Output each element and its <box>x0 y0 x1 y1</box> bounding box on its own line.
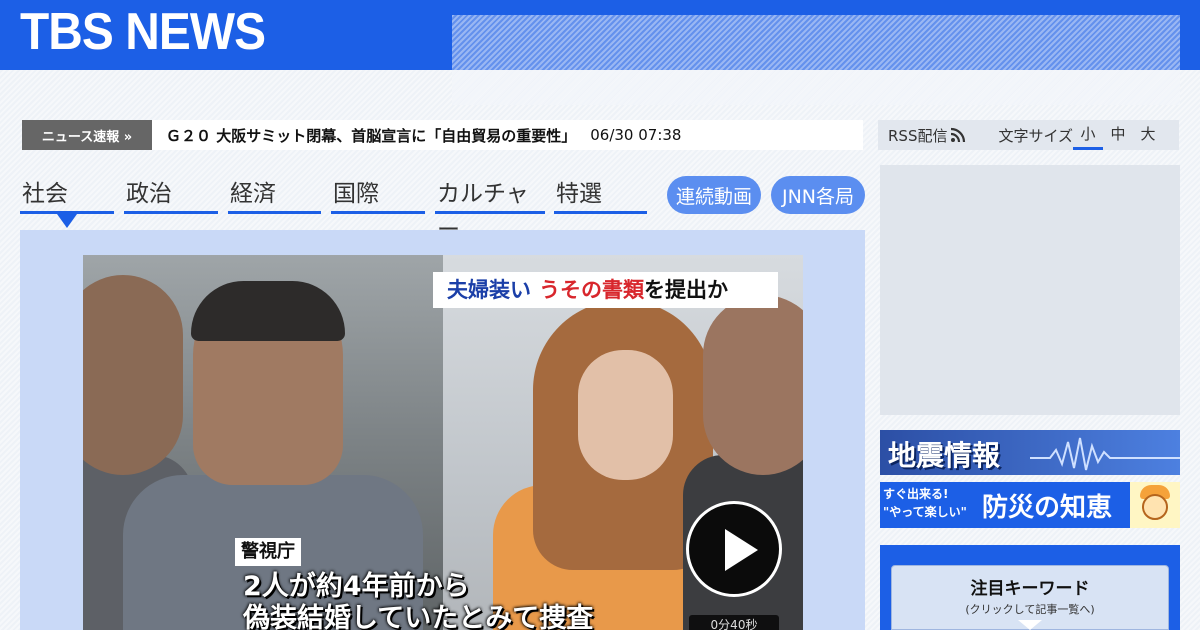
tagline-line-1: すぐ出来る! <box>883 487 949 501</box>
breaking-news-time: 06/30 07:38 <box>590 126 682 144</box>
tab-politics[interactable]: 政治 <box>124 176 218 214</box>
caption-line-1: 2人が約4年前から <box>243 571 470 602</box>
caption-top-part3: を提出か <box>644 278 728 302</box>
video-caption-tag: 警視庁 <box>235 538 301 566</box>
tab-culture[interactable]: カルチャー <box>435 176 545 243</box>
video-person <box>703 295 803 475</box>
earthquake-info-banner[interactable]: 地震情報 <box>880 430 1180 475</box>
header-ad-slot[interactable] <box>452 15 1180 105</box>
tab-international[interactable]: 国際 <box>331 176 425 214</box>
tab-economy[interactable]: 経済 <box>228 176 321 214</box>
font-size-medium[interactable]: 中 <box>1103 120 1133 150</box>
video-duration: 0分40秒 <box>689 615 779 630</box>
font-size-large[interactable]: 大 <box>1133 120 1163 150</box>
video-caption-bottom: 2人が約4年前から 偽装結婚していたとみて捜査 <box>243 571 593 630</box>
play-icon[interactable] <box>686 501 782 597</box>
rss-label: RSS配信 <box>888 126 948 145</box>
seismic-wave-icon <box>1030 437 1180 471</box>
tab-society[interactable]: 社会 <box>20 176 114 214</box>
rss-link[interactable]: RSS配信 <box>888 125 966 146</box>
jnn-stations-button[interactable]: JNN各局 <box>771 176 865 214</box>
font-size-small[interactable]: 小 <box>1073 120 1104 150</box>
earthquake-info-label: 地震情報 <box>888 439 1001 472</box>
trending-keywords-title: 注目キーワード <box>970 579 1090 599</box>
breaking-news-headline[interactable]: Ｇ２０ 大阪サミット閉幕、首脳宣言に「自由貿易の重要性」 <box>166 125 576 146</box>
breaking-news-label[interactable]: ニュース速報 » <box>22 120 152 150</box>
trending-keywords-subtitle: (クリックして記事一覧へ) <box>965 603 1095 616</box>
caption-top-part1: 夫婦装い <box>447 278 531 302</box>
utility-bar: RSS配信 文字サイズ 小 中 大 <box>878 120 1179 150</box>
rss-icon <box>950 127 966 143</box>
video-caption-top: 夫婦装い うその書類を提出か <box>433 272 778 308</box>
disaster-prevention-tagline: すぐ出来る! "やって楽しい" <box>883 485 967 521</box>
tagline-line-2: "やって楽しい" <box>883 505 967 519</box>
video-person <box>578 350 673 480</box>
active-tab-indicator <box>57 214 77 228</box>
tab-special[interactable]: 特選 <box>554 176 647 214</box>
font-size-label: 文字サイズ <box>998 126 1074 145</box>
continuous-video-button[interactable]: 連続動画 <box>667 176 761 214</box>
mascot-icon <box>1130 482 1180 528</box>
site-logo[interactable]: TBS NEWS <box>20 2 266 62</box>
caption-top-part2: うその書類 <box>539 278 644 302</box>
disaster-prevention-banner[interactable]: すぐ出来る! "やって楽しい" 防災の知恵 <box>880 482 1180 528</box>
breaking-news-ticker: ニュース速報 » Ｇ２０ 大阪サミット閉幕、首脳宣言に「自由貿易の重要性」 06… <box>22 120 863 150</box>
keywords-pointer <box>1018 620 1042 630</box>
featured-video[interactable]: 夫婦装い うその書類を提出か 警視庁 2人が約4年前から 偽装結婚していたとみて捜… <box>83 255 803 630</box>
sidebar-ad-slot[interactable] <box>880 165 1180 415</box>
disaster-prevention-title: 防災の知恵 <box>982 493 1113 523</box>
video-person <box>191 281 345 341</box>
video-person <box>83 275 183 475</box>
caption-line-2: 偽装結婚していたとみて捜査 <box>243 603 594 630</box>
